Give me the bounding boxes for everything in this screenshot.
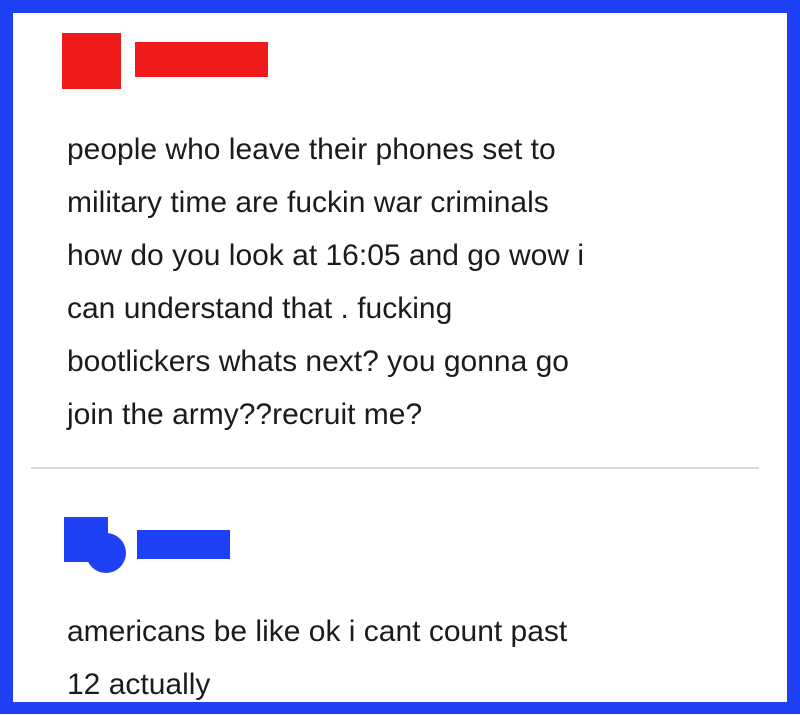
post-body-line: can understand that . fucking [67, 292, 453, 325]
post-body-line: military time are fuckin war criminals [67, 186, 549, 219]
screenshot-frame: people who leave their phones set to mil… [0, 0, 800, 714]
post-body-line: join the army??recruit me? [67, 398, 423, 431]
post-body: americans be like ok i cant count past 1… [67, 605, 747, 711]
post-body: people who leave their phones set to mil… [67, 123, 747, 441]
avatar-circle-shape [86, 533, 126, 573]
post-body-line: how do you look at 16:05 and go wow i [67, 239, 585, 272]
post-body-line: americans be like ok i cant count past [67, 615, 568, 648]
redacted-username[interactable] [137, 530, 230, 559]
redacted-username[interactable] [135, 42, 268, 77]
post-body-line: people who leave their phones set to [67, 133, 556, 166]
redacted-avatar[interactable] [64, 517, 126, 573]
post-divider [31, 467, 759, 469]
post-body-line: 12 actually [67, 668, 211, 701]
post-reply: americans be like ok i cant count past 1… [13, 470, 787, 715]
post-original: people who leave their phones set to mil… [13, 13, 787, 468]
post-body-line: bootlickers whats next? you gonna go [67, 345, 569, 378]
redacted-avatar[interactable] [62, 33, 121, 89]
